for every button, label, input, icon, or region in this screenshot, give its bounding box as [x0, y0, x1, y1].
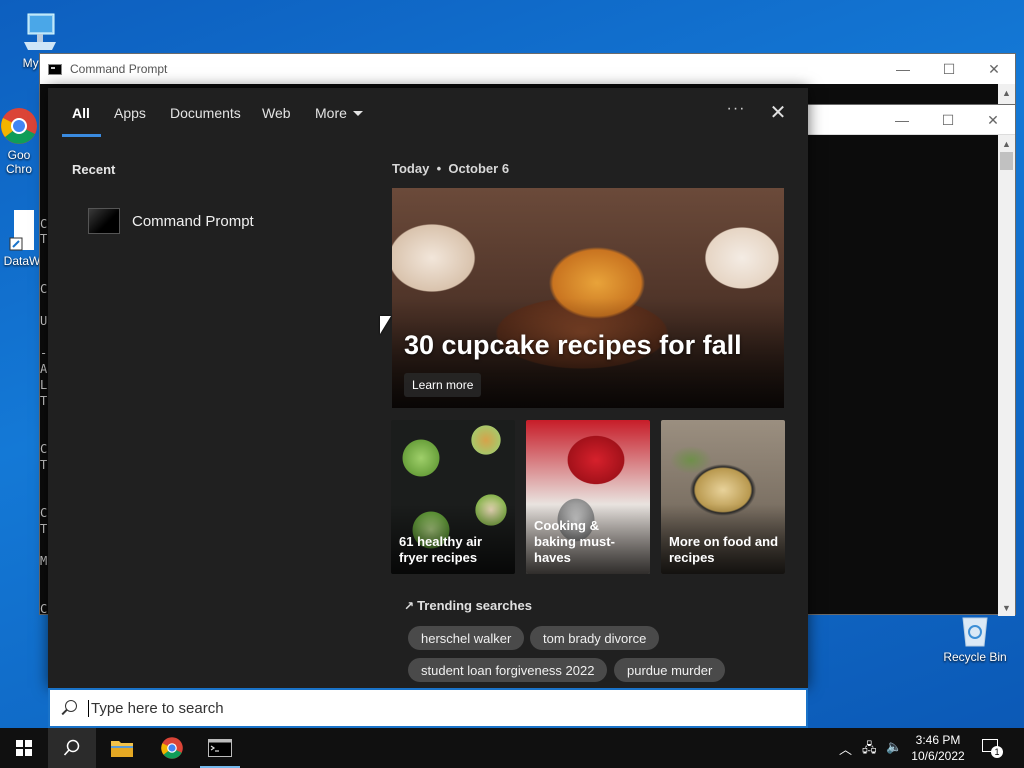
card-air-fryer[interactable]: 61 healthy air fryer recipes [391, 420, 515, 574]
console-char: T [40, 458, 48, 472]
tab-more-label: More [315, 105, 347, 121]
clock-time: 3:46 PM [915, 733, 961, 747]
taskbar-command-prompt[interactable] [196, 728, 244, 768]
close-icon[interactable]: ✕ [766, 100, 790, 126]
start-button[interactable] [0, 728, 48, 768]
trending-chip[interactable]: herschel walker [408, 626, 525, 650]
console-char: C [40, 282, 48, 296]
command-prompt-icon [208, 739, 232, 757]
active-tab-indicator [62, 134, 101, 137]
more-options-icon[interactable]: ··· [724, 100, 748, 126]
search-box[interactable] [48, 688, 808, 728]
today-heading: Today • October 6 [392, 161, 509, 176]
recycle-bin-icon [962, 617, 988, 647]
search-panel: All Apps Documents Web More ··· ✕ Recent… [48, 88, 808, 688]
window-titlebar[interactable]: — ☐ ✕ [808, 105, 1015, 135]
windows-logo-icon [16, 740, 32, 756]
hero-card[interactable]: 30 cupcake recipes for fall Learn more [392, 188, 784, 408]
console-char: - [40, 346, 48, 360]
trending-label: Trending searches [417, 598, 532, 613]
console-char: M [40, 554, 48, 568]
window-titlebar[interactable]: Command Prompt — ☐ ✕ [40, 54, 1015, 84]
console-char: T [40, 522, 48, 536]
mouse-pointer-icon [380, 316, 391, 334]
scrollbar[interactable]: ▲ ▼ [998, 135, 1015, 616]
command-prompt-window-2[interactable]: — ☐ ✕ ▲ ▼ [808, 104, 1016, 616]
chrome-icon [1, 108, 37, 144]
search-icon [60, 699, 78, 717]
folder-icon [111, 741, 133, 757]
trending-chip[interactable]: student loan forgiveness 2022 [408, 658, 608, 682]
notification-count: 1 [991, 746, 1003, 758]
tab-more[interactable]: More [315, 105, 363, 121]
desktop-icon-dataw[interactable]: DataW [0, 208, 44, 268]
console-char: T [40, 232, 48, 246]
card-cooking-baking[interactable]: Cooking & baking must-haves [526, 420, 650, 574]
chrome-icon [161, 737, 183, 759]
desktop-icon-label: DataW [3, 254, 41, 268]
card-label: More on food and recipes [669, 534, 779, 565]
trending-heading: ↗ Trending searches [404, 598, 532, 613]
console-char: U [40, 314, 48, 328]
notification-center-button[interactable]: 1 [980, 737, 1004, 759]
taskbar-clock[interactable]: 3:46 PM 10/6/2022 [902, 732, 974, 764]
close-icon[interactable]: ✕ [970, 105, 1016, 135]
console-char: L [40, 378, 48, 392]
recent-item-command-prompt[interactable]: Command Prompt [78, 200, 368, 242]
window-title: Command Prompt [70, 62, 168, 76]
scroll-up-icon[interactable]: ▲ [998, 135, 1015, 152]
minimize-icon[interactable]: — [880, 54, 926, 84]
scroll-down-icon[interactable]: ▼ [998, 599, 1015, 616]
taskbar: ︿ 🖧 🔈 3:46 PM 10/6/2022 1 [0, 728, 1024, 768]
document-icon [9, 210, 34, 251]
trending-chip[interactable]: purdue murder [614, 658, 726, 682]
tab-apps[interactable]: Apps [114, 105, 146, 121]
hero-title: 30 cupcake recipes for fall [404, 330, 742, 360]
card-more-food[interactable]: More on food and recipes [661, 420, 785, 574]
console-char: T [40, 394, 48, 408]
card-label: 61 healthy air fryer recipes [399, 534, 483, 565]
scroll-up-icon[interactable]: ▲ [998, 84, 1015, 101]
recent-heading: Recent [72, 162, 116, 177]
recent-item-label: Command Prompt [132, 212, 254, 230]
card-label: Cooking & baking must-haves [534, 518, 615, 565]
today-label: Today [392, 161, 430, 176]
close-icon[interactable]: ✕ [971, 54, 1017, 84]
separator-dot: • [432, 161, 445, 176]
console-char: C [40, 602, 48, 616]
tab-web[interactable]: Web [262, 105, 291, 121]
computer-icon [24, 13, 56, 50]
console-char: C [40, 506, 48, 520]
chevron-down-icon [352, 111, 363, 116]
trending-chip[interactable]: tom brady divorce [530, 626, 660, 650]
trending-icon: ↗ [404, 599, 415, 613]
search-tabs: All Apps Documents Web More ··· ✕ [48, 88, 808, 140]
clock-date: 10/6/2022 [911, 749, 965, 763]
taskbar-search-button[interactable] [48, 728, 96, 768]
taskbar-chrome[interactable] [148, 728, 196, 768]
maximize-icon[interactable]: ☐ [926, 54, 972, 84]
volume-icon[interactable]: 🔈 [886, 739, 902, 755]
minimize-icon[interactable]: — [879, 105, 925, 135]
taskbar-file-explorer[interactable] [98, 728, 146, 768]
network-icon[interactable]: 🖧 [862, 739, 877, 761]
learn-more-button[interactable]: Learn more [404, 373, 482, 397]
tab-all[interactable]: All [72, 105, 90, 121]
search-input[interactable] [88, 699, 728, 717]
tab-documents[interactable]: Documents [170, 105, 241, 121]
today-date: October 6 [448, 161, 510, 176]
desktop-icon-recycle-bin[interactable]: Recycle Bin [937, 612, 1013, 664]
command-prompt-icon [88, 208, 120, 234]
desktop-icon-label: Recycle Bin [943, 650, 1007, 664]
maximize-icon[interactable]: ☐ [925, 105, 971, 135]
console-char: A [40, 362, 48, 376]
desktop-icon-google-chrome[interactable]: Goo Chro [0, 106, 44, 176]
command-prompt-icon [48, 63, 62, 75]
scroll-thumb[interactable] [1000, 152, 1013, 170]
console-char: C [40, 442, 48, 456]
chevron-up-icon[interactable]: ︿ [839, 739, 852, 758]
console-char: C [40, 217, 48, 231]
search-icon [63, 739, 80, 756]
desktop-icon-label: Goo Chro [5, 148, 32, 176]
